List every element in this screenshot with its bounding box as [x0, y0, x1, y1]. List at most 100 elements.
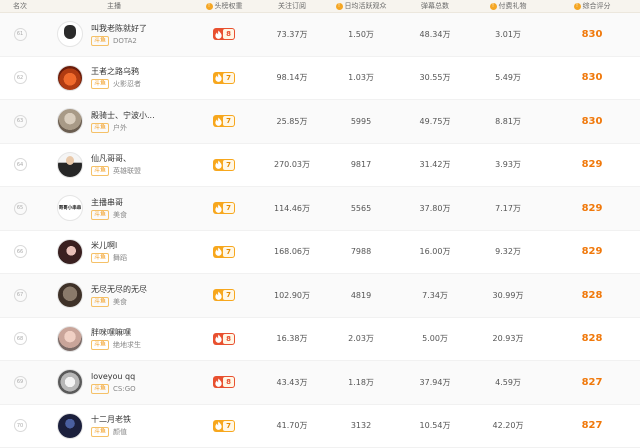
gift-value: 30.99万 [472, 290, 544, 301]
rank-cell: 62 [0, 71, 40, 84]
flame-icon [213, 28, 223, 40]
active-value: 2.03万 [324, 333, 398, 344]
anchor-cell[interactable]: 米儿啊l斗鱼舞蹈 [40, 239, 188, 265]
gift-value: 8.81万 [472, 116, 544, 127]
avatar[interactable]: 哥哥小串串 [57, 195, 83, 221]
score-value: 828 [544, 333, 640, 344]
anchor-cell[interactable]: 叫我老陈就好了斗鱼 DOTA2 [40, 21, 188, 47]
anchor-name[interactable]: 米儿啊l [91, 240, 127, 251]
table-row[interactable]: 62王者之路乌鸦斗鱼火影忍者798.14万1.03万30.55万5.49万830 [0, 57, 640, 101]
table-row[interactable]: 68胖咪嘿嘛嘿斗鱼绝地求生816.38万2.03万5.00万20.93万828 [0, 318, 640, 362]
score-value: 830 [544, 29, 640, 40]
anchor-cell[interactable]: 王者之路乌鸦斗鱼火影忍者 [40, 65, 188, 91]
gift-value: 7.17万 [472, 203, 544, 214]
avatar[interactable] [57, 369, 83, 395]
category-label: DOTA2 [113, 36, 137, 46]
table-row[interactable]: 64仙凡哥哥、斗鱼英雄联盟7270.03万981731.42万3.93万829 [0, 144, 640, 188]
avatar[interactable] [57, 239, 83, 265]
anchor-name[interactable]: 胖咪嘿嘛嘿 [91, 327, 141, 338]
anchor-name[interactable]: 十二月老铁 [91, 414, 131, 425]
platform-tag: 斗鱼 [91, 123, 109, 133]
platform-tag: 斗鱼 [91, 427, 109, 437]
header-weight-label: 头榜权重 [215, 2, 243, 10]
category-label: 舞蹈 [113, 253, 127, 263]
header-active[interactable]: !日均活跃观众 [324, 1, 398, 11]
platform-tag: 斗鱼 [91, 210, 109, 220]
anchor-cell[interactable]: 哥哥小串串主播串哥斗鱼美食 [40, 195, 188, 221]
table-row[interactable]: 67无尽无尽的无尽斗鱼美食7102.90万48197.34万30.99万828 [0, 274, 640, 318]
avatar[interactable] [57, 326, 83, 352]
header-follow[interactable]: 关注订阅 [260, 1, 324, 11]
weight-cell: 8 [188, 28, 260, 40]
avatar[interactable] [57, 21, 83, 47]
anchor-cell[interactable]: 胖咪嘿嘛嘿斗鱼绝地求生 [40, 326, 188, 352]
follow-value: 168.06万 [260, 246, 324, 257]
table-row[interactable]: 70十二月老铁斗鱼颜值741.70万313210.54万42.20万827 [0, 405, 640, 448]
weight-badge: 7 [213, 289, 235, 301]
flame-icon [213, 333, 223, 345]
anchor-info: 主播串哥斗鱼美食 [91, 197, 127, 220]
header-weight[interactable]: !头榜权重 [188, 1, 260, 11]
active-value: 1.18万 [324, 377, 398, 388]
avatar[interactable] [57, 413, 83, 439]
weight-badge: 7 [213, 246, 235, 258]
anchor-cell[interactable]: 十二月老铁斗鱼颜值 [40, 413, 188, 439]
rank-cell: 68 [0, 332, 40, 345]
flame-icon [213, 115, 223, 127]
rank-badge: 62 [14, 71, 27, 84]
anchor-cell[interactable]: 无尽无尽的无尽斗鱼美食 [40, 282, 188, 308]
follow-value: 270.03万 [260, 159, 324, 170]
anchor-cell[interactable]: 仙凡哥哥、斗鱼英雄联盟 [40, 152, 188, 178]
flame-icon [213, 420, 223, 432]
follow-value: 114.46万 [260, 203, 324, 214]
weight-badge: 7 [213, 202, 235, 214]
platform-tag: 斗鱼 [91, 166, 109, 176]
table-row[interactable]: 66米儿啊l斗鱼舞蹈7168.06万798816.00万9.32万829 [0, 231, 640, 275]
avatar[interactable] [57, 65, 83, 91]
weight-badge: 8 [213, 28, 235, 40]
weight-value: 7 [223, 421, 234, 431]
anchor-info: 仙凡哥哥、斗鱼英雄联盟 [91, 153, 141, 176]
anchor-name[interactable]: 叫我老陈就好了 [91, 23, 147, 34]
active-value: 5995 [324, 117, 398, 126]
score-value: 827 [544, 377, 640, 388]
anchor-meta: 斗鱼户外 [91, 123, 155, 133]
weight-cell: 7 [188, 202, 260, 214]
table-row[interactable]: 69loveyou qq斗鱼CS:GO843.43万1.18万37.94万4.5… [0, 361, 640, 405]
table-body: 61叫我老陈就好了斗鱼DOTA2873.37万1.50万48.34万3.01万8… [0, 13, 640, 448]
rank-cell: 65 [0, 202, 40, 215]
avatar[interactable] [57, 108, 83, 134]
weight-value: 7 [223, 203, 234, 213]
active-value: 1.50万 [324, 29, 398, 40]
anchor-name[interactable]: loveyou qq [91, 371, 136, 382]
flame-icon [213, 246, 223, 258]
rank-badge: 63 [14, 115, 27, 128]
avatar[interactable] [57, 152, 83, 178]
anchor-name[interactable]: 无尽无尽的无尽 [91, 284, 147, 295]
header-gift[interactable]: !付费礼物 [472, 1, 544, 11]
anchor-name[interactable]: 王者之路乌鸦 [91, 66, 141, 77]
gift-value: 42.20万 [472, 420, 544, 431]
table-row[interactable]: 63殿骑士、宁波小...斗鱼户外725.85万599549.75万8.81万83… [0, 100, 640, 144]
danmu-value: 5.00万 [398, 333, 472, 344]
anchor-name[interactable]: 仙凡哥哥、 [91, 153, 141, 164]
table-row[interactable]: 61叫我老陈就好了斗鱼DOTA2873.37万1.50万48.34万3.01万8… [0, 13, 640, 57]
gift-value: 20.93万 [472, 333, 544, 344]
header-score[interactable]: !综合评分 [544, 1, 640, 11]
anchor-meta: 斗鱼颜值 [91, 427, 131, 437]
weight-badge: 7 [213, 115, 235, 127]
anchor-name[interactable]: 主播串哥 [91, 197, 127, 208]
header-active-label: 日均活跃观众 [345, 2, 387, 10]
avatar[interactable] [57, 282, 83, 308]
anchor-name[interactable]: 殿骑士、宁波小... [91, 110, 155, 121]
header-danmu[interactable]: 弹幕总数 [398, 1, 472, 11]
anchor-cell[interactable]: 殿骑士、宁波小... 斗鱼户外 [40, 108, 188, 134]
anchor-info: 十二月老铁斗鱼颜值 [91, 414, 131, 437]
anchor-info: 王者之路乌鸦斗鱼火影忍者 [91, 66, 141, 89]
score-value: 829 [544, 246, 640, 257]
anchor-cell[interactable]: loveyou qq斗鱼CS:GO [40, 369, 188, 395]
table-row[interactable]: 65哥哥小串串主播串哥斗鱼美食7114.46万556537.80万7.17万82… [0, 187, 640, 231]
danmu-value: 31.42万 [398, 159, 472, 170]
platform-tag: 斗鱼 [91, 36, 109, 46]
anchor-info: 胖咪嘿嘛嘿斗鱼绝地求生 [91, 327, 141, 350]
